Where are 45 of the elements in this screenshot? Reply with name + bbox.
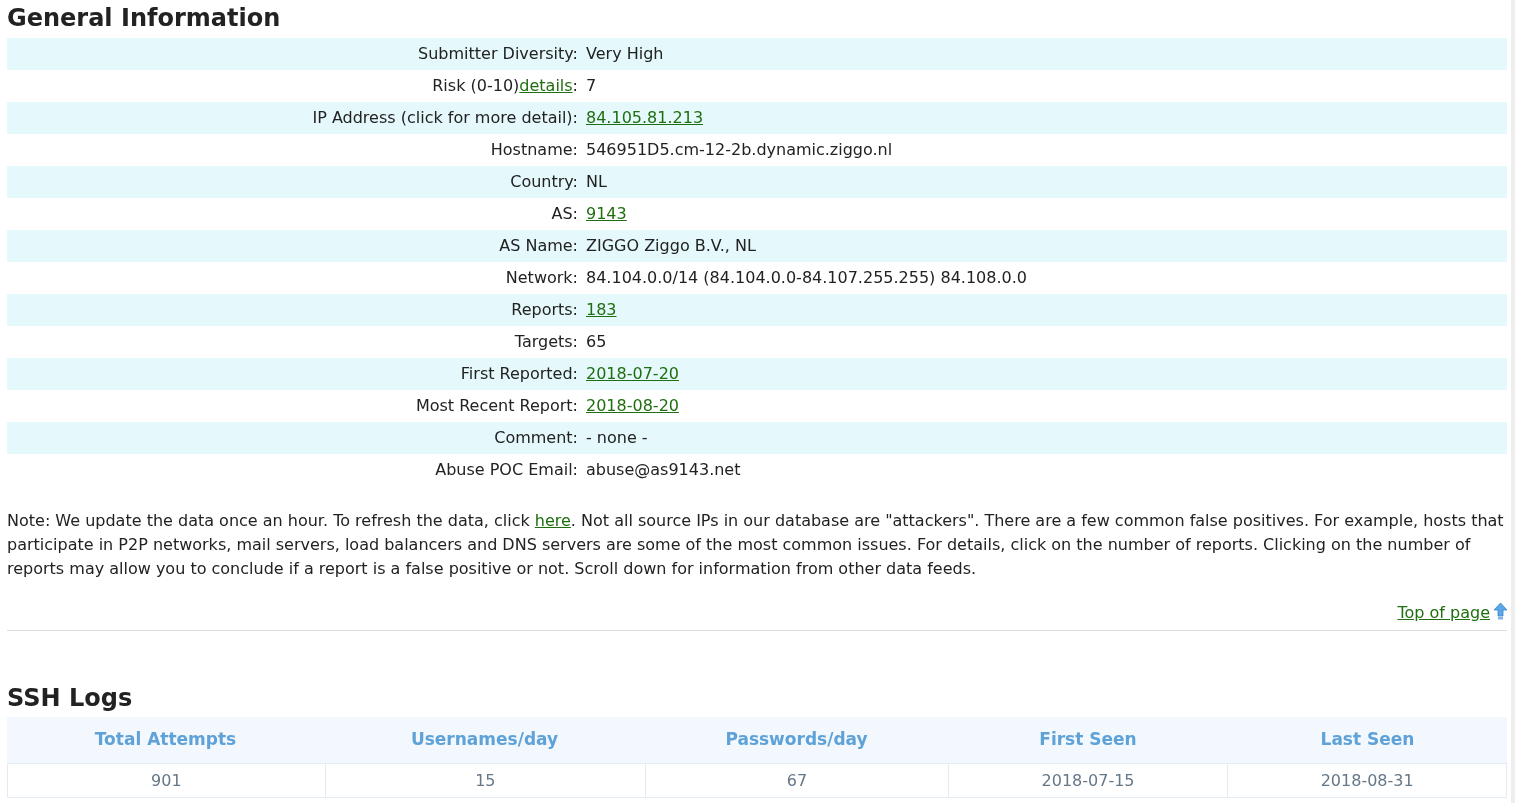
field-label: Risk (0-10)details: <box>432 75 578 97</box>
section-title: SSH Logs <box>7 683 133 713</box>
details-link[interactable]: details <box>519 76 573 95</box>
field-label: First Reported: <box>460 363 578 385</box>
table-cell: 2018-07-15 <box>947 764 1228 797</box>
field-value: 546951D5.cm-12-2b.dynamic.ziggo.nl <box>586 140 893 159</box>
field-value: ZIGGO Ziggo B.V., NL <box>586 236 756 255</box>
field-label: Country: <box>510 171 578 193</box>
table-cell: 2018-08-31 <box>1227 764 1506 797</box>
field-label: Most Recent Report: <box>415 395 578 417</box>
value-link[interactable]: 183 <box>586 300 617 319</box>
field-value: 84.104.0.0/14 (84.104.0.0-84.107.255.255) 84.108.0.0 <box>586 268 1027 287</box>
field-label: AS: <box>551 203 578 225</box>
value-link[interactable]: 2018-07-20 <box>586 364 679 383</box>
column-header: Total Attempts <box>93 728 238 752</box>
column-header: First Seen <box>1038 728 1138 752</box>
field-label: Submitter Diversity: <box>418 43 578 65</box>
section-title: General Information <box>7 3 281 33</box>
table-cell: 67 <box>645 764 948 797</box>
field-label: Hostname: <box>490 139 578 161</box>
field-label: IP Address (click for more detail): <box>312 107 578 129</box>
field-value: NL <box>586 172 607 191</box>
field-label: AS Name: <box>499 235 578 257</box>
field-label: Network: <box>505 267 578 289</box>
column-header: Passwords/day <box>724 728 869 752</box>
column-header: Usernames/day <box>409 728 560 752</box>
value-link[interactable]: 2018-08-20 <box>586 396 679 415</box>
field-value: 7 <box>586 76 597 95</box>
table-cell-text: 901 <box>150 769 183 792</box>
field-value: abuse@as9143.net <box>586 460 741 479</box>
field-label: Abuse POC Email: <box>435 459 578 481</box>
table-cell: 15 <box>324 764 646 797</box>
field-label: Reports: <box>511 299 578 321</box>
value-link[interactable]: 9143 <box>586 204 627 223</box>
value-link[interactable]: 84.105.81.213 <box>586 108 704 127</box>
refresh-link[interactable]: here <box>534 511 571 530</box>
field-label: Targets: <box>514 331 578 353</box>
field-value: - none - <box>586 428 648 447</box>
note-paragraph: Note: We update the data once an hour. To refresh the data, click here. Not all source IPs in our database are "attackers". There are a few common false positives. For example, hosts that participate in P2P networks, mail servers, load balancers and DNS servers are some of the most common issues. For details, click on the number of reports. Clicking on the number of reports may allow you to conclude if a report is a false positive or not. Scroll down for information from other data feeds. <box>7 510 1505 580</box>
field-label: Comment: <box>494 427 578 449</box>
top-of-page-link[interactable]: Top of page <box>1397 601 1490 625</box>
field-value: Very High <box>586 44 664 63</box>
field-value: 65 <box>586 332 607 351</box>
up-arrow-icon <box>1494 602 1507 620</box>
column-header: Last Seen <box>1319 728 1416 752</box>
